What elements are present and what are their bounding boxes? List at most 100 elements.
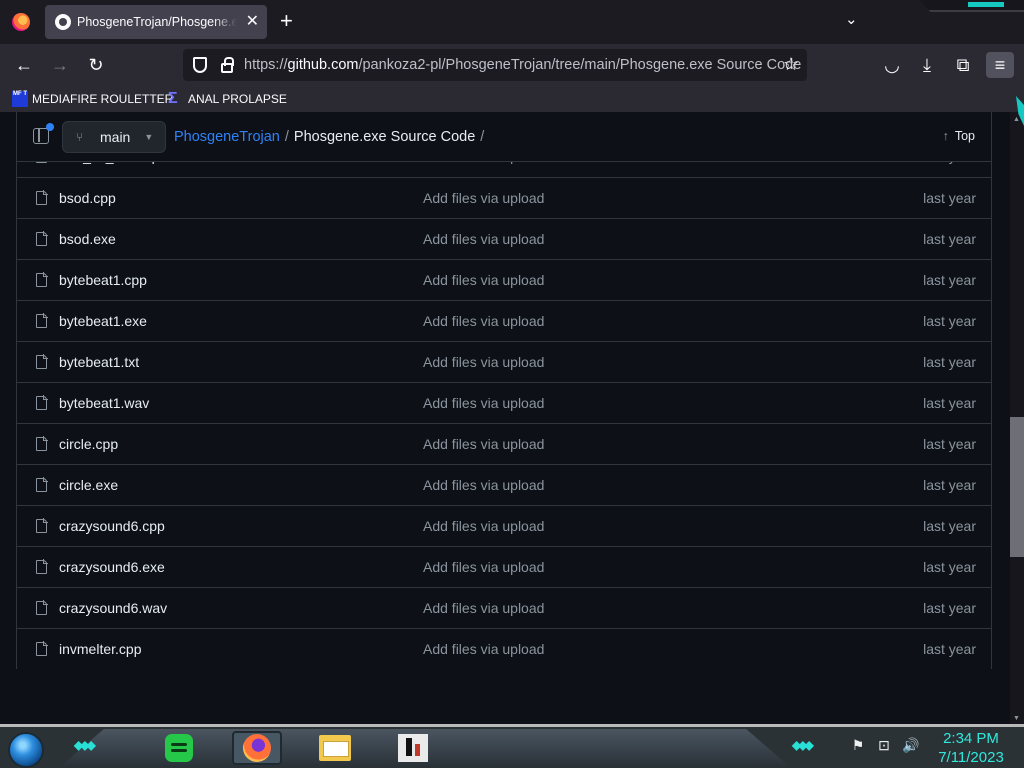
bookmark-star-icon[interactable]: ☆	[783, 54, 799, 75]
url-bar[interactable]: https://github.com/pankoza2-pl/PhosgeneT…	[183, 49, 807, 81]
file-name-link[interactable]: circle.cpp	[59, 436, 118, 452]
file-name-link[interactable]: bsod.exe	[59, 231, 116, 247]
file-name-link[interactable]: bytebeat1.txt	[59, 354, 139, 370]
taskbar-pixel-app[interactable]	[388, 731, 438, 765]
file-row[interactable]: bsod.exe Add files via upload last year	[17, 218, 991, 259]
branch-selector-button[interactable]: ⑂ main ▼	[62, 121, 166, 153]
file-icon	[36, 354, 48, 369]
commit-message-link[interactable]: Add files via upload	[423, 600, 544, 616]
commit-message-link[interactable]: Add files via upload	[423, 395, 544, 411]
tab-close-icon[interactable]: ✕	[246, 11, 259, 31]
scroll-down-icon[interactable]: ▼	[1013, 715, 1020, 722]
file-row[interactable]: bytebeat1.txt Add files via upload last ye…	[17, 341, 991, 382]
commit-message-link[interactable]: Add files via upload	[423, 641, 544, 657]
tab-active[interactable]: PhosgeneTrojan/Phosgene.exe Source Code …	[45, 5, 267, 39]
file-row[interactable]: crazysound6.wav Add files via upload last …	[17, 587, 991, 628]
tracking-protection-shield-icon[interactable]	[193, 57, 207, 73]
url-text[interactable]: https://github.com/pankoza2-pl/PhosgeneT…	[244, 57, 801, 73]
hamburger-menu-icon[interactable]: ≡	[986, 52, 1014, 78]
breadcrumb: PhosgeneTrojan / Phosgene.exe Source Cod…	[174, 129, 484, 145]
clock-date: 7/11/2023	[938, 749, 1004, 766]
downloads-icon[interactable]: ⤓	[913, 52, 941, 78]
theme-decoration	[920, 0, 1024, 12]
bookmark-mediafire-rouletter[interactable]: MF T MEDIAFIRE ROULETTER	[12, 90, 173, 108]
url-prefix: https://	[244, 57, 288, 73]
clock-time: 2:34 PM	[943, 730, 999, 747]
file-row[interactable]: bytebeat1.exe Add files via upload last ye…	[17, 300, 991, 341]
notification-dot	[46, 123, 54, 131]
taskbar-notes-app[interactable]	[154, 731, 204, 765]
scroll-up-icon[interactable]: ▲	[1013, 116, 1020, 123]
caret-down-icon: ▼	[144, 132, 154, 142]
network-icon[interactable]: ⊡	[876, 737, 892, 753]
file-name-link[interactable]: crazysound6.wav	[59, 600, 167, 616]
breadcrumb-separator: /	[480, 129, 485, 145]
taskbar-file-explorer[interactable]	[310, 731, 360, 765]
file-row[interactable]: bytebeat1.cpp Add files via upload last ye…	[17, 259, 991, 300]
new-tab-button[interactable]: +	[280, 8, 293, 34]
pocket-icon[interactable]: ◡	[878, 52, 906, 78]
file-name-link[interactable]: bytebeat1.wav	[59, 395, 149, 411]
file-icon	[36, 272, 48, 287]
volume-icon[interactable]: 🔊	[902, 737, 919, 753]
mft-favicon-icon: MF T	[12, 91, 28, 107]
system-tray: ⚑ ⊡ 🔊	[850, 737, 920, 753]
commit-message-link[interactable]: Add files via upload	[423, 518, 544, 534]
file-icon	[36, 518, 48, 533]
site-security-lock-icon[interactable]	[221, 57, 234, 73]
taskbar-clock[interactable]: 2:34 PM 7/11/2023	[930, 729, 1012, 767]
file-row[interactable]: crazysound6.exe Add files via upload last …	[17, 546, 991, 587]
file-name-link[interactable]: invmelter.cpp	[59, 641, 141, 657]
chevron-decoration-icon: ◆◆◆	[74, 738, 96, 752]
commit-message-link[interactable]: Add files via upload	[423, 231, 544, 247]
url-host: github.com	[287, 57, 359, 73]
commit-message-link[interactable]: Add files via upload	[423, 313, 544, 329]
reload-icon[interactable]: ↻	[82, 52, 110, 78]
forward-arrow-icon[interactable]: →	[46, 52, 74, 78]
extensions-puzzle-icon[interactable]: ⧉	[949, 52, 977, 78]
file-name-link[interactable]: crazysound6.exe	[59, 559, 165, 575]
browser-tab-strip: PhosgeneTrojan/Phosgene.exe Source Code …	[0, 0, 1024, 44]
taskbar-firefox-app[interactable]	[232, 731, 282, 765]
bookmark-label: ANAL PROLAPSE	[188, 92, 287, 106]
side-panel-toggle-icon[interactable]	[33, 123, 54, 144]
file-row[interactable]: invmelter.cpp Add files via upload last ye…	[17, 628, 991, 669]
bookmark-label: MEDIAFIRE ROULETTER	[32, 92, 174, 106]
commit-age: last year	[923, 477, 976, 493]
start-button[interactable]	[8, 732, 44, 768]
back-arrow-icon[interactable]: ←	[10, 52, 38, 78]
branch-name: main	[100, 129, 131, 145]
action-center-flag-icon[interactable]: ⚑	[850, 737, 866, 753]
commit-message-link[interactable]: Add files via upload	[423, 477, 544, 493]
firefox-app-icon	[243, 734, 271, 762]
commit-message-link[interactable]: Add files via upload	[423, 190, 544, 206]
breadcrumb-repo-link[interactable]: PhosgeneTrojan	[174, 129, 280, 145]
commit-age: last year	[923, 436, 976, 452]
sigma-favicon-icon: Σ	[168, 90, 178, 107]
file-row[interactable]: bsod.cpp Add files via upload last year	[17, 177, 991, 218]
commit-message-link[interactable]: Add files via upload	[423, 272, 544, 288]
page-scrollbar[interactable]: ▲ ▼	[1010, 112, 1024, 724]
commit-age: last year	[923, 518, 976, 534]
file-row[interactable]: circle.exe Add files via upload last year	[17, 464, 991, 505]
file-name-link[interactable]: bytebeat1.cpp	[59, 272, 147, 288]
scroll-to-top-button[interactable]: ↑ Top	[943, 129, 975, 143]
file-name-link[interactable]: circle.exe	[59, 477, 118, 493]
file-name-link[interactable]: bytebeat1.exe	[59, 313, 147, 329]
bookmark-anal-prolapse[interactable]: Σ ANAL PROLAPSE	[168, 90, 287, 108]
file-row[interactable]: crazysound6.cpp Add files via upload last …	[17, 505, 991, 546]
commit-message-link[interactable]: Add files via upload	[423, 559, 544, 575]
list-all-tabs-chevron-icon[interactable]: ⌄	[845, 10, 858, 28]
file-row[interactable]: bytebeat1.wav Add files via upload last ye…	[17, 382, 991, 423]
file-name-link[interactable]: crazysound6.cpp	[59, 518, 165, 534]
file-name-link[interactable]: bsod.cpp	[59, 190, 116, 206]
page-content: ⑂ main ▼ PhosgeneTrojan / Phosgene.exe S…	[0, 112, 1010, 724]
windows-taskbar: ◆◆◆ ◆◆◆ ⚑ ⊡ 🔊 2:34 PM 7/11/2023	[0, 724, 1024, 768]
scrollbar-thumb[interactable]	[1010, 417, 1024, 557]
commit-message-link[interactable]: Add files via upload	[423, 436, 544, 452]
firefox-menu-icon[interactable]	[12, 13, 30, 31]
chevron-decoration-icon: ◆◆◆	[792, 738, 814, 752]
commit-age: last year	[923, 354, 976, 370]
file-row[interactable]: circle.cpp Add files via upload last year	[17, 423, 991, 464]
commit-message-link[interactable]: Add files via upload	[423, 354, 544, 370]
